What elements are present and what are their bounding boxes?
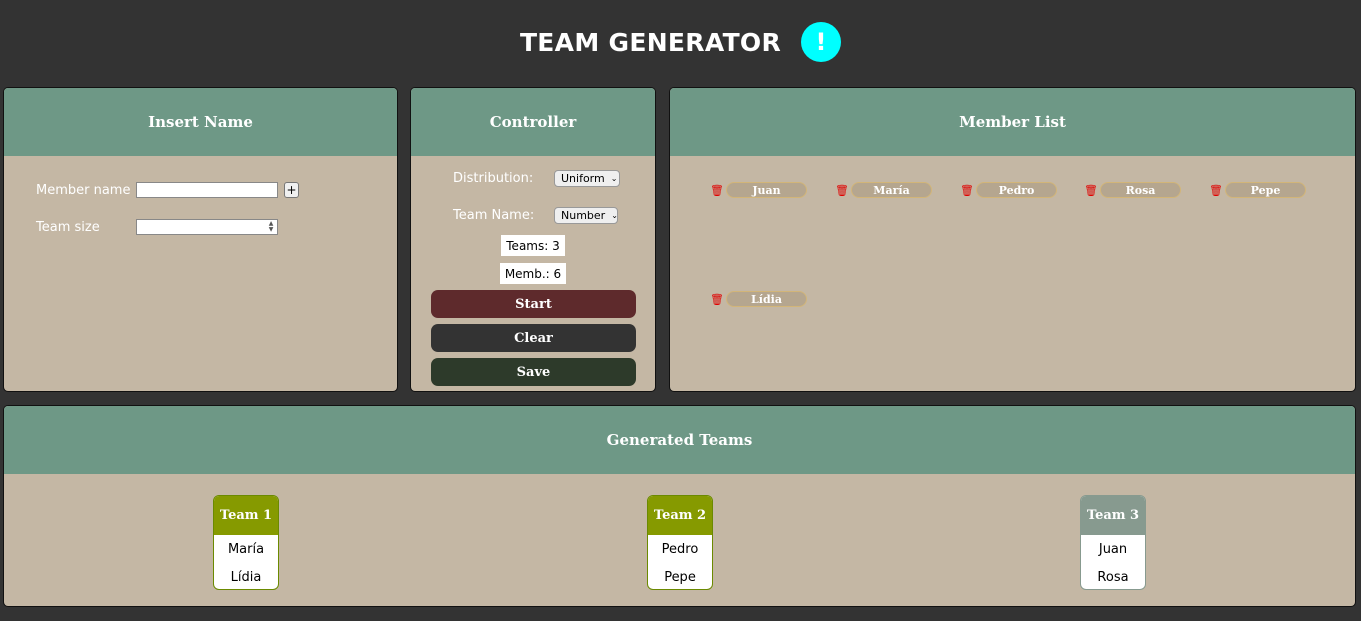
member-item: 🗑 Rosa xyxy=(1084,182,1181,198)
insert-name-panel: Insert Name Member name + Team size ▲ ▼ xyxy=(3,87,398,392)
distribution-label: Distribution: xyxy=(453,171,534,186)
member-item: 🗑 Pedro xyxy=(960,182,1057,198)
info-icon[interactable]: ! xyxy=(801,22,842,62)
team-member: Lídia xyxy=(230,569,262,585)
team-card-title: Team 3 xyxy=(1081,496,1145,535)
team-name-value: Number xyxy=(561,209,606,222)
info-glyph: ! xyxy=(815,28,827,56)
team-card-title: Team 1 xyxy=(214,496,278,535)
member-pill: Pedro xyxy=(976,182,1057,198)
insert-name-heading: Insert Name xyxy=(4,88,397,156)
chevron-down-icon: ⌄ xyxy=(611,211,618,220)
teams-count: Teams: 3 xyxy=(501,235,565,256)
trash-icon[interactable]: 🗑 xyxy=(1209,184,1223,197)
member-pill: Rosa xyxy=(1100,182,1181,198)
member-name-row: Member name + xyxy=(36,182,299,198)
team-size-row: Team size ▲ ▼ xyxy=(36,219,278,235)
controller-panel: Controller Distribution: Uniform ⌄ Team … xyxy=(410,87,656,392)
distribution-select[interactable]: Uniform ⌄ xyxy=(554,170,620,187)
team-size-input[interactable]: ▲ ▼ xyxy=(136,219,278,235)
generated-teams-heading: Generated Teams xyxy=(4,406,1355,474)
member-item: 🗑 María xyxy=(835,182,932,198)
clear-button[interactable]: Clear xyxy=(431,324,636,352)
trash-icon[interactable]: 🗑 xyxy=(835,184,849,197)
member-item: 🗑 Pepe xyxy=(1209,182,1306,198)
team-card: Team 3 Juan Rosa xyxy=(1080,495,1146,590)
start-button[interactable]: Start xyxy=(431,290,636,318)
trash-icon[interactable]: 🗑 xyxy=(710,293,724,306)
team-name-label: Team Name: xyxy=(453,208,535,223)
trash-icon[interactable]: 🗑 xyxy=(1084,184,1098,197)
add-member-button[interactable]: + xyxy=(284,182,299,198)
member-pill: Pepe xyxy=(1225,182,1306,198)
team-member: Pedro xyxy=(661,541,699,557)
team-card: Team 2 Pedro Pepe xyxy=(647,495,713,590)
member-item: 🗑 Juan xyxy=(710,182,807,198)
app-header: TEAM GENERATOR ! xyxy=(0,22,1361,62)
team-card-title: Team 2 xyxy=(648,496,712,535)
controller-heading: Controller xyxy=(411,88,655,156)
team-member: Rosa xyxy=(1097,569,1129,585)
team-card: Team 1 María Lídia xyxy=(213,495,279,590)
team-member: Juan xyxy=(1098,541,1128,557)
distribution-row: Distribution: Uniform ⌄ xyxy=(453,170,620,187)
trash-icon[interactable]: 🗑 xyxy=(960,184,974,197)
generated-teams-panel: Generated Teams Team 1 María Lídia Team … xyxy=(3,405,1356,607)
spinner-arrows-icon[interactable]: ▲ ▼ xyxy=(266,221,276,233)
distribution-value: Uniform xyxy=(561,172,605,185)
app-title: TEAM GENERATOR xyxy=(519,27,782,57)
team-name-row: Team Name: Number ⌄ xyxy=(453,207,618,224)
team-size-label: Team size xyxy=(36,219,100,235)
member-pill: María xyxy=(851,182,932,198)
team-name-select[interactable]: Number ⌄ xyxy=(554,207,618,224)
member-name-input[interactable] xyxy=(136,182,278,198)
member-list-heading: Member List xyxy=(670,88,1355,156)
member-pill: Juan xyxy=(726,182,807,198)
team-member: María xyxy=(227,541,265,557)
member-item: 🗑 Lídia xyxy=(710,291,807,307)
member-pill: Lídia xyxy=(726,291,807,307)
chevron-down-icon: ⌄ xyxy=(610,174,618,183)
member-list-panel: Member List 🗑 Juan 🗑 María 🗑 Pedro 🗑 Ros… xyxy=(669,87,1356,392)
trash-icon[interactable]: 🗑 xyxy=(710,184,724,197)
team-member: Pepe xyxy=(664,569,696,585)
member-name-label: Member name xyxy=(36,182,131,198)
members-count: Memb.: 6 xyxy=(500,263,566,284)
save-button[interactable]: Save xyxy=(431,358,636,386)
